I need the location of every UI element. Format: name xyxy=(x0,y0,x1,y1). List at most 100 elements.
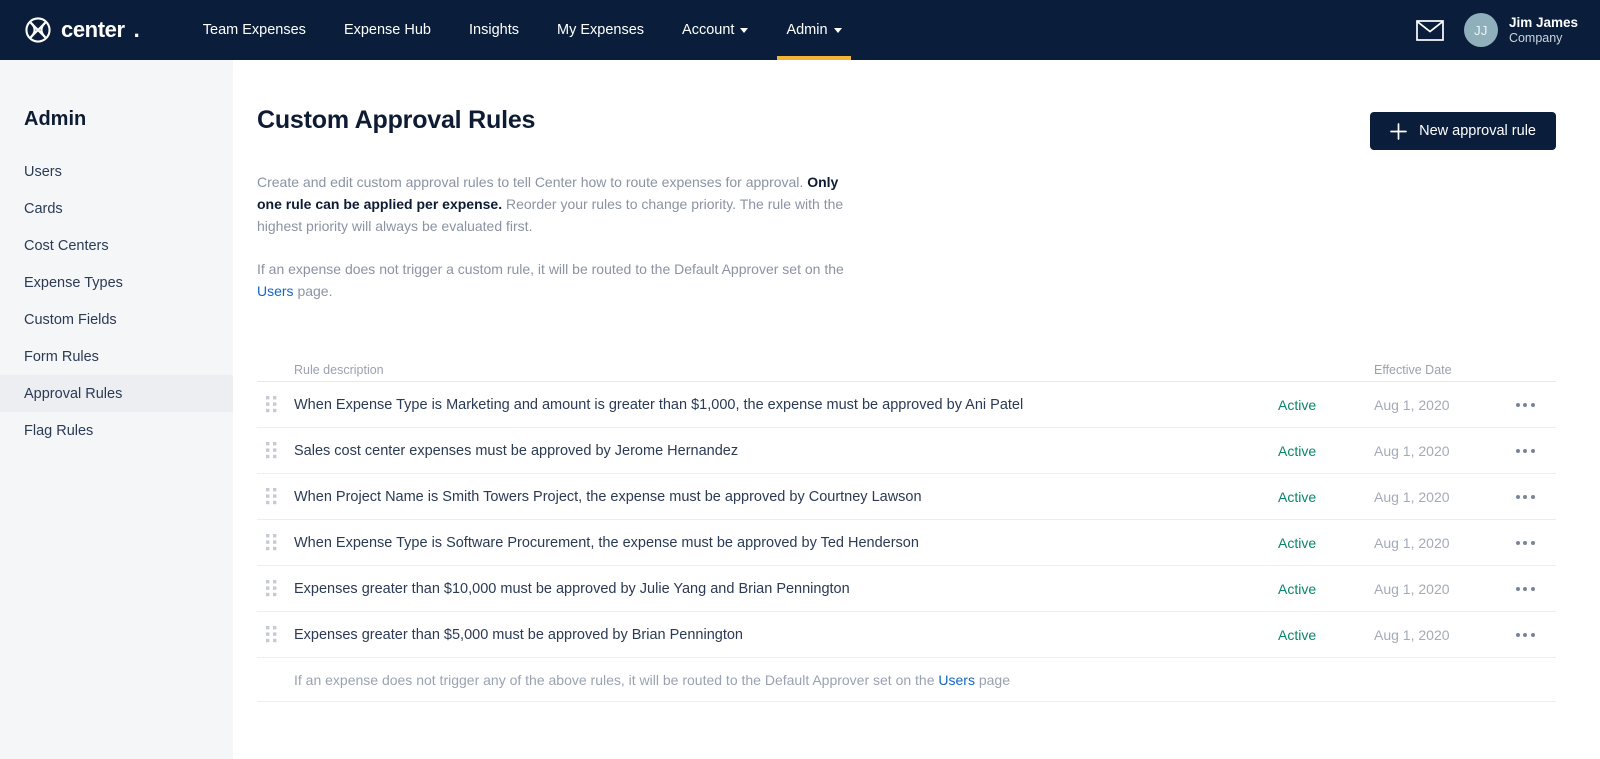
drag-handle-icon[interactable] xyxy=(266,580,278,597)
drag-handle-icon[interactable] xyxy=(266,626,278,643)
table-header-row: Rule description Effective Date xyxy=(257,356,1556,383)
center-circle-logo-icon xyxy=(25,17,51,43)
rule-description: Sales cost center expenses must be appro… xyxy=(294,442,739,459)
effective-date: Aug 1, 2020 xyxy=(1374,580,1450,597)
status-badge: Active xyxy=(1278,488,1317,505)
drag-handle-icon[interactable] xyxy=(266,534,278,551)
row-overflow-menu-icon[interactable] xyxy=(1510,624,1540,646)
nav-right-cluster: JJ Jim James Company xyxy=(1416,13,1578,47)
row-handle-cell xyxy=(257,626,294,643)
table-row[interactable]: Expenses greater than $5,000 must be app… xyxy=(257,612,1556,659)
default-approver-note: If an expense does not trigger any of th… xyxy=(294,672,1010,688)
status-badge: Active xyxy=(1278,626,1317,643)
table-row[interactable]: Sales cost center expenses must be appro… xyxy=(257,428,1556,475)
table-row[interactable]: Expenses greater than $10,000 must be ap… xyxy=(257,566,1556,613)
row-overflow-menu-icon[interactable] xyxy=(1510,440,1540,462)
effective-date: Aug 1, 2020 xyxy=(1374,488,1450,505)
page-body: Admin Users Cards Cost Centers Expense T… xyxy=(0,60,1600,759)
row-handle-cell xyxy=(257,534,294,551)
nav-label: Insights xyxy=(469,22,519,38)
sidebar-item-form-rules[interactable]: Form Rules xyxy=(0,338,233,375)
user-name: Jim James xyxy=(1508,14,1578,30)
sidebar-item-label: Approval Rules xyxy=(24,385,123,402)
page-title: Custom Approval Rules xyxy=(257,106,536,134)
row-menu-cell xyxy=(1510,624,1556,646)
effective-date: Aug 1, 2020 xyxy=(1374,534,1450,551)
sidebar-item-label: Expense Types xyxy=(24,274,123,291)
header-effective-date: Effective Date xyxy=(1374,363,1452,378)
sidebar-item-cost-centers[interactable]: Cost Centers xyxy=(0,227,233,264)
description-text-c: If an expense does not trigger a custom … xyxy=(257,260,844,277)
users-link[interactable]: Users xyxy=(257,283,294,299)
plus-icon xyxy=(1390,122,1407,140)
nav-item-insights[interactable]: Insights xyxy=(450,0,538,60)
primary-nav: Team Expenses Expense Hub Insights My Ex… xyxy=(184,0,861,60)
nav-label: Expense Hub xyxy=(343,22,431,38)
row-overflow-menu-icon[interactable] xyxy=(1510,532,1540,554)
row-overflow-menu-icon[interactable] xyxy=(1510,486,1540,508)
user-organization: Company xyxy=(1508,30,1563,45)
sidebar-item-label: Cost Centers xyxy=(24,237,109,254)
table-footer-row: If an expense does not trigger any of th… xyxy=(257,658,1556,703)
chevron-down-icon xyxy=(833,27,842,33)
drag-handle-icon[interactable] xyxy=(266,488,278,505)
sidebar-item-users[interactable]: Users xyxy=(0,153,233,190)
row-handle-cell xyxy=(257,396,294,413)
rule-description: When Project Name is Smith Towers Projec… xyxy=(294,488,922,505)
row-overflow-menu-icon[interactable] xyxy=(1510,578,1540,600)
effective-date: Aug 1, 2020 xyxy=(1374,626,1450,643)
page-header: Custom Approval Rules New approval rule xyxy=(257,60,1556,150)
sidebar-item-approval-rules[interactable]: Approval Rules xyxy=(0,375,233,412)
sidebar-item-expense-types[interactable]: Expense Types xyxy=(0,264,233,301)
nav-item-admin[interactable]: Admin xyxy=(767,0,860,60)
user-menu[interactable]: JJ Jim James Company xyxy=(1463,13,1578,47)
app-logo[interactable]: center . xyxy=(24,16,140,44)
effective-date: Aug 1, 2020 xyxy=(1374,442,1450,459)
nav-item-team-expenses[interactable]: Team Expenses xyxy=(184,0,325,60)
user-identity: Jim James Company xyxy=(1509,15,1578,46)
admin-sidebar: Admin Users Cards Cost Centers Expense T… xyxy=(0,60,233,759)
new-approval-rule-label: New approval rule xyxy=(1419,123,1536,139)
sidebar-title: Admin xyxy=(24,108,87,130)
rule-description: Expenses greater than $5,000 must be app… xyxy=(294,626,743,643)
footer-text-b: page xyxy=(974,671,1011,688)
effective-date: Aug 1, 2020 xyxy=(1374,396,1450,413)
drag-handle-icon[interactable] xyxy=(266,442,278,459)
table-row[interactable]: When Expense Type is Software Procuremen… xyxy=(257,520,1556,567)
row-handle-cell xyxy=(257,488,294,505)
nav-item-my-expenses[interactable]: My Expenses xyxy=(538,0,663,60)
rule-description: When Expense Type is Software Procuremen… xyxy=(294,534,919,551)
row-menu-cell xyxy=(1510,440,1556,462)
row-menu-cell xyxy=(1510,394,1556,416)
nav-item-account[interactable]: Account xyxy=(663,0,767,60)
header-rule-description: Rule description xyxy=(294,363,384,378)
new-approval-rule-button[interactable]: New approval rule xyxy=(1370,112,1556,150)
nav-item-expense-hub[interactable]: Expense Hub xyxy=(325,0,450,60)
users-link[interactable]: Users xyxy=(938,672,975,688)
nav-label: My Expenses xyxy=(556,22,645,38)
sidebar-item-label: Form Rules xyxy=(24,348,99,365)
page-description: Create and edit custom approval rules to… xyxy=(257,171,857,302)
drag-handle-icon[interactable] xyxy=(266,396,278,413)
sidebar-item-flag-rules[interactable]: Flag Rules xyxy=(0,412,233,449)
envelope-icon[interactable] xyxy=(1416,19,1444,41)
row-menu-cell xyxy=(1510,578,1556,600)
logo-wordmark: center xyxy=(61,17,125,42)
row-handle-cell xyxy=(257,442,294,459)
table-row[interactable]: When Expense Type is Marketing and amoun… xyxy=(257,382,1556,429)
sidebar-item-cards[interactable]: Cards xyxy=(0,190,233,227)
main-content: Custom Approval Rules New approval rule … xyxy=(233,60,1600,759)
sidebar-item-label: Cards xyxy=(24,200,63,217)
row-overflow-menu-icon[interactable] xyxy=(1510,394,1540,416)
table-row[interactable]: When Project Name is Smith Towers Projec… xyxy=(257,474,1556,521)
sidebar-item-custom-fields[interactable]: Custom Fields xyxy=(0,301,233,338)
row-menu-cell xyxy=(1510,532,1556,554)
sidebar-item-label: Custom Fields xyxy=(24,311,117,328)
logo-period: . xyxy=(133,17,140,42)
avatar: JJ xyxy=(1463,13,1498,47)
status-badge: Active xyxy=(1278,534,1317,551)
rule-description: Expenses greater than $10,000 must be ap… xyxy=(294,580,850,597)
top-navigation-bar: center . Team Expenses Expense Hub Insig… xyxy=(0,0,1600,60)
status-badge: Active xyxy=(1278,442,1317,459)
sidebar-item-label: Users xyxy=(24,163,62,180)
